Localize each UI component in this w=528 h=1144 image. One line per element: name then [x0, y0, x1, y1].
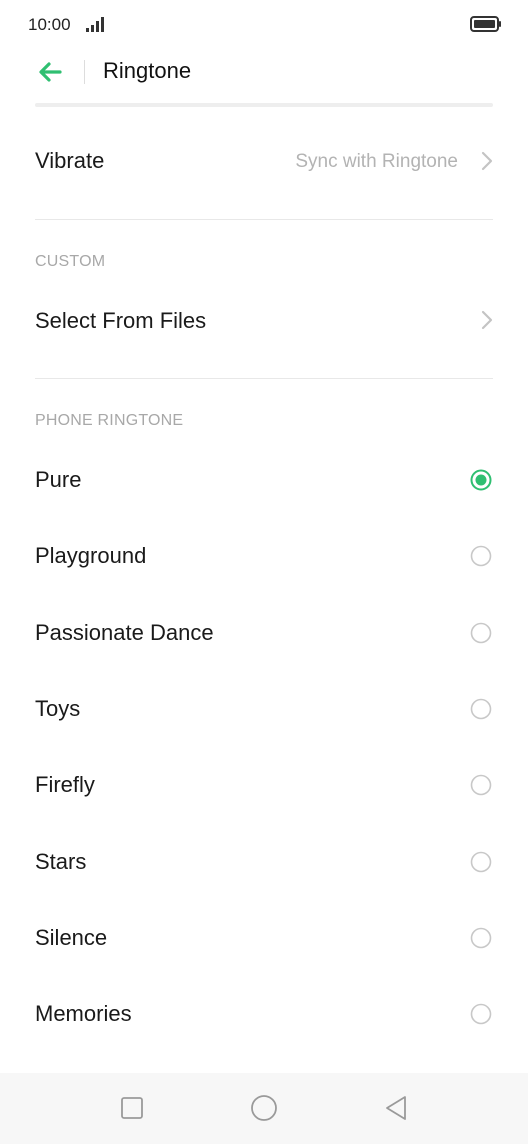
ringtone-label: Toys — [35, 696, 81, 721]
radio-unselected-icon[interactable] — [470, 927, 492, 949]
battery-icon — [470, 16, 501, 32]
ringtone-label: Playground — [35, 543, 147, 568]
ringtone-item[interactable]: Firefly — [0, 753, 528, 817]
nav-back-button[interactable] — [381, 1093, 411, 1123]
circle-icon — [251, 1095, 277, 1121]
ringtone-item[interactable]: Stars — [0, 830, 528, 894]
header-divider — [35, 103, 493, 107]
signal-icon — [86, 17, 104, 32]
home-button[interactable] — [249, 1093, 279, 1123]
vibrate-row[interactable]: Vibrate Sync with Ringtone — [0, 130, 528, 194]
app-bar: Ringtone — [0, 50, 528, 94]
radio-unselected-icon[interactable] — [470, 851, 492, 873]
radio-selected-icon[interactable] — [470, 469, 492, 491]
divider — [35, 378, 493, 379]
page-title: Ringtone — [103, 58, 192, 83]
radio-unselected-icon[interactable] — [470, 545, 492, 567]
ringtone-label: Pure — [35, 467, 82, 492]
radio-unselected-icon[interactable] — [470, 622, 492, 644]
chevron-right-icon — [481, 310, 493, 330]
divider — [35, 219, 493, 220]
radio-unselected-icon[interactable] — [470, 698, 492, 720]
section-header-phone-ringtone: PHONE RINGTONE — [35, 412, 184, 429]
select-from-files-row[interactable]: Select From Files — [0, 289, 528, 353]
ringtone-item[interactable]: Toys — [0, 677, 528, 741]
ringtone-label: Firefly — [35, 772, 95, 797]
ringtone-label: Memories — [35, 1001, 132, 1026]
ringtone-item[interactable]: Pure — [0, 448, 528, 512]
select-from-files-label: Select From Files — [35, 308, 207, 333]
ringtone-label: Passionate Dance — [35, 620, 214, 645]
vibrate-value: Sync with Ringtone — [295, 151, 458, 172]
triangle-back-icon — [386, 1096, 406, 1120]
back-button[interactable] — [30, 55, 70, 89]
arrow-left-icon — [39, 62, 62, 82]
section-header-custom: CUSTOM — [35, 253, 106, 270]
ringtone-item[interactable]: Passionate Dance — [0, 601, 528, 665]
vibrate-label: Vibrate — [35, 148, 105, 173]
ringtone-item[interactable]: Silence — [0, 906, 528, 970]
radio-unselected-icon[interactable] — [470, 1003, 492, 1025]
ringtone-label: Stars — [35, 849, 87, 874]
square-icon — [121, 1097, 143, 1119]
ringtone-item[interactable]: Playground — [0, 524, 528, 588]
chevron-right-icon — [481, 151, 493, 171]
status-time: 10:00 — [28, 15, 71, 34]
status-bar: 10:00 — [0, 0, 528, 50]
app-bar-divider — [84, 60, 85, 84]
ringtone-item[interactable]: Memories — [0, 982, 528, 1046]
recent-apps-button[interactable] — [117, 1093, 147, 1123]
navigation-bar — [0, 1073, 528, 1144]
ringtone-label: Silence — [35, 925, 108, 950]
radio-unselected-icon[interactable] — [470, 774, 492, 796]
